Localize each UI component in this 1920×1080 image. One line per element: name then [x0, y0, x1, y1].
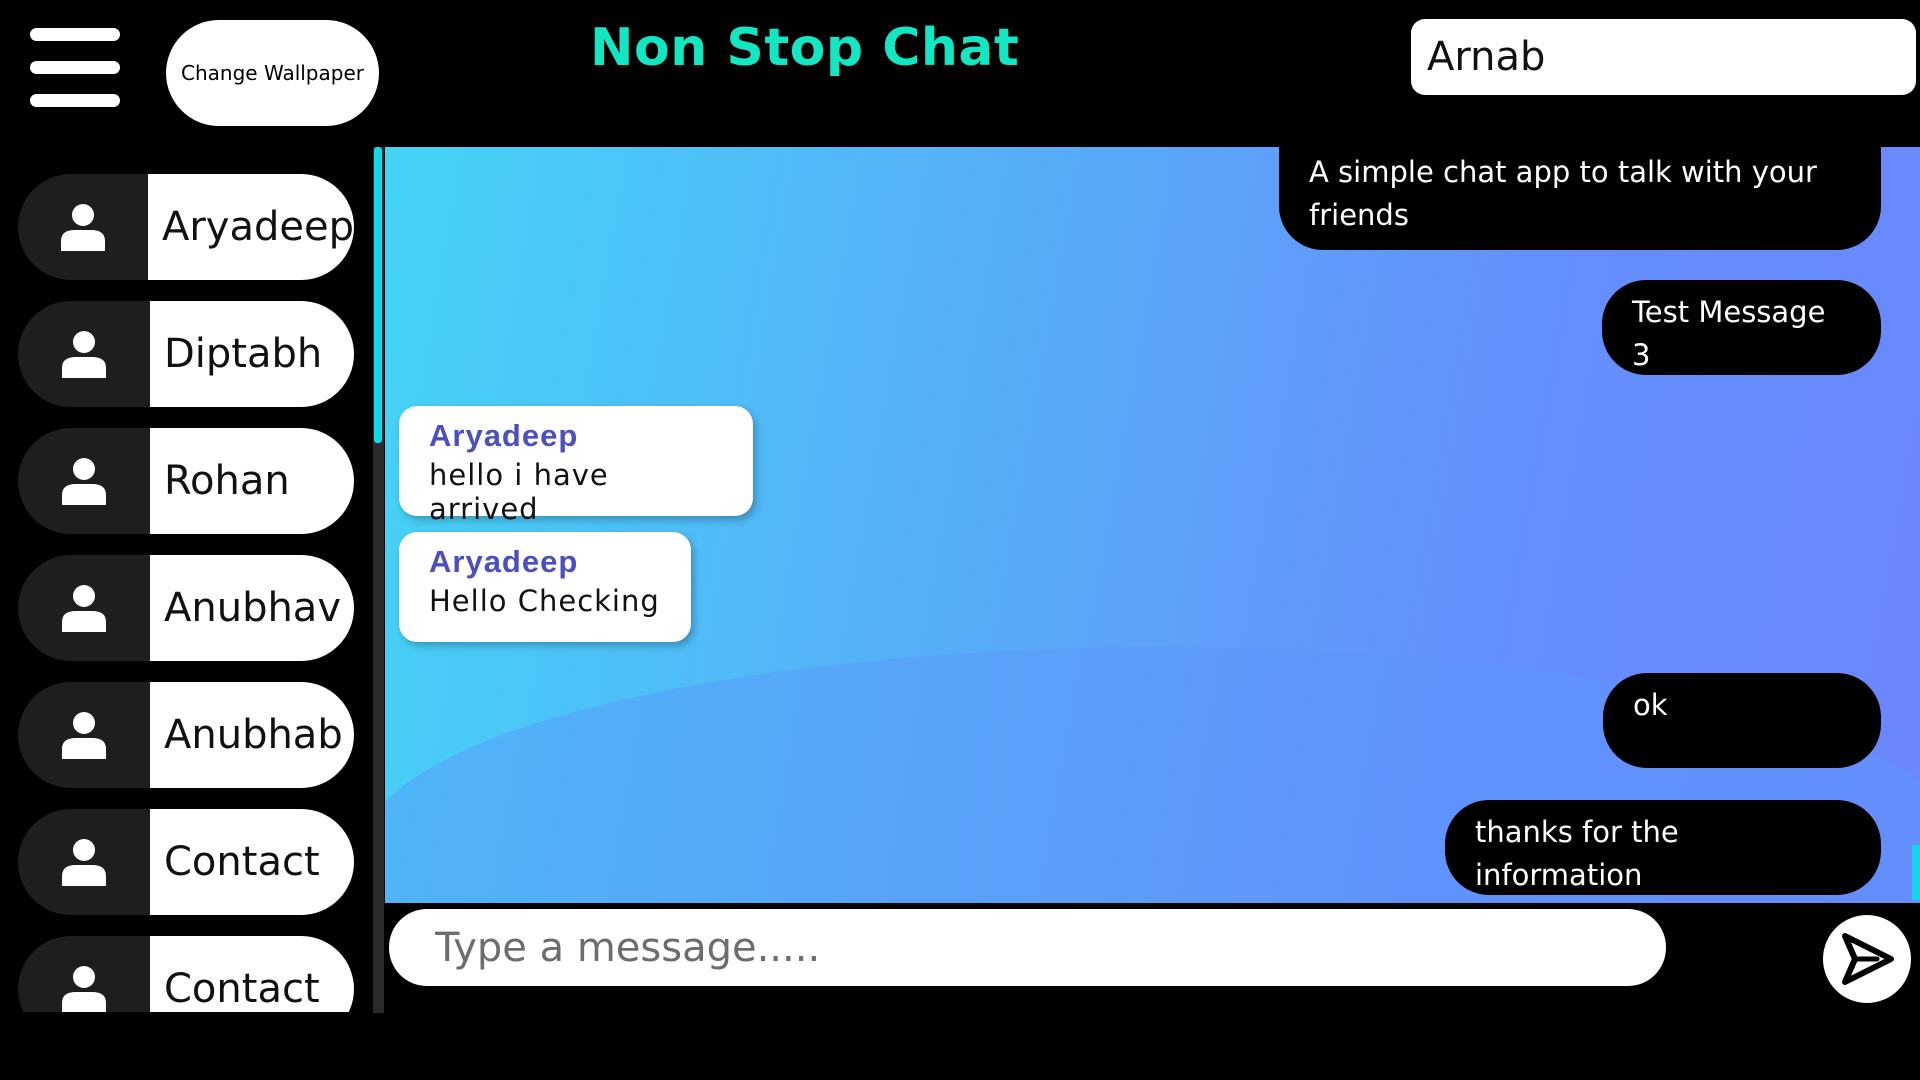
incoming-message: Aryadeep Hello Checking [399, 532, 691, 642]
message-sender: Aryadeep [429, 418, 579, 453]
message-text: ok [1633, 688, 1668, 722]
outgoing-message: ok [1603, 673, 1881, 768]
outgoing-message: A simple chat app to talk with your frie… [1279, 147, 1881, 250]
sidebar-scrollbar-thumb[interactable] [374, 147, 382, 443]
contact-item[interactable]: Contact [18, 809, 354, 915]
message-sender: Aryadeep [429, 544, 579, 579]
message-text: Hello Checking [429, 584, 660, 618]
user-icon [62, 585, 106, 632]
send-icon [1842, 933, 1894, 985]
user-icon [62, 331, 106, 378]
contact-name: Contact [150, 936, 354, 1012]
message-text: A simple chat app to talk with your frie… [1309, 155, 1817, 232]
message-text: thanks for the information [1475, 815, 1679, 892]
chat-window: A simple chat app to talk with your frie… [385, 147, 1920, 903]
contact-item[interactable]: Rohan [18, 428, 354, 534]
hamburger-menu-button[interactable] [30, 28, 120, 108]
hamburger-icon-bar [30, 61, 120, 74]
incoming-message: Aryadeep hello i have arrived [399, 406, 753, 526]
contact-item[interactable]: Contact [18, 936, 354, 1012]
user-icon [62, 966, 106, 1012]
contact-avatar [18, 301, 150, 407]
outgoing-message: Test Message 3 [1602, 280, 1881, 375]
user-icon [61, 204, 105, 251]
contact-name: Rohan [150, 428, 354, 534]
username-field[interactable]: Arnab [1411, 19, 1916, 95]
contact-name: Aryadeep [148, 174, 354, 280]
contact-avatar [18, 555, 150, 661]
contact-name: Diptabh [150, 301, 354, 407]
hamburger-icon-bar [30, 94, 120, 107]
contact-name: Contact [150, 809, 354, 915]
outgoing-message: thanks for the information [1445, 800, 1881, 895]
app-title: Non Stop Chat [590, 18, 1020, 78]
message-input[interactable] [389, 909, 1666, 986]
contact-list[interactable]: Aryadeep Diptabh Rohan Anubhav Anubhab C… [18, 174, 354, 1012]
user-icon [62, 839, 106, 886]
contact-avatar [18, 428, 150, 534]
contact-name: Anubhav [150, 555, 354, 661]
hamburger-icon [30, 28, 120, 41]
change-wallpaper-button[interactable]: Change Wallpaper [166, 20, 379, 126]
send-button[interactable] [1823, 915, 1911, 1003]
user-icon [62, 712, 106, 759]
contact-name: Anubhab [150, 682, 354, 788]
sidebar-scrollbar[interactable] [373, 147, 384, 1013]
contact-avatar [18, 936, 150, 1012]
message-text: hello i have arrived [429, 458, 609, 526]
contact-item[interactable]: Aryadeep [18, 174, 354, 280]
message-text: Test Message 3 [1632, 295, 1826, 372]
contact-avatar [18, 809, 150, 915]
contact-item[interactable]: Diptabh [18, 301, 354, 407]
contact-avatar [18, 174, 148, 280]
contact-avatar [18, 682, 150, 788]
user-icon [62, 458, 106, 505]
contact-item[interactable]: Anubhav [18, 555, 354, 661]
contact-item[interactable]: Anubhab [18, 682, 354, 788]
chat-scrollbar[interactable] [1912, 845, 1920, 900]
